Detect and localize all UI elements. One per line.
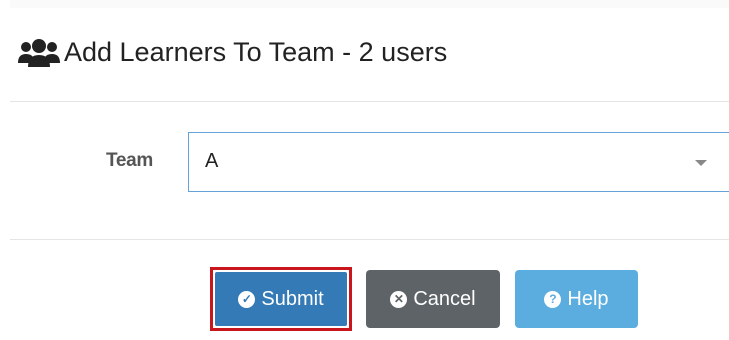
- help-label: Help: [567, 287, 609, 310]
- modal-body: Team A: [10, 102, 729, 240]
- times-circle-icon: ✕: [390, 290, 408, 308]
- modal-footer: ✓ Submit ✕ Cancel ? Help: [10, 240, 729, 340]
- check-circle-icon: ✓: [238, 290, 256, 308]
- question-circle-icon: ?: [544, 290, 562, 308]
- modal-title: Add Learners To Team - 2 users: [64, 37, 448, 67]
- submit-button[interactable]: ✓ Submit: [215, 272, 347, 326]
- modal-header: Add Learners To Team - 2 users: [10, 8, 729, 102]
- cancel-button[interactable]: ✕ Cancel: [366, 270, 500, 328]
- modal-top-edge: [10, 0, 729, 8]
- team-select[interactable]: A: [188, 132, 729, 192]
- team-select-value: A: [205, 150, 219, 172]
- team-label: Team: [106, 150, 154, 171]
- add-learners-modal: Add Learners To Team - 2 users Team A ✓ …: [10, 0, 729, 340]
- help-button[interactable]: ? Help: [515, 270, 638, 328]
- users-icon: [16, 37, 62, 73]
- chevron-down-icon[interactable]: [695, 160, 707, 166]
- cancel-label: Cancel: [413, 287, 476, 310]
- submit-label: Submit: [261, 287, 324, 310]
